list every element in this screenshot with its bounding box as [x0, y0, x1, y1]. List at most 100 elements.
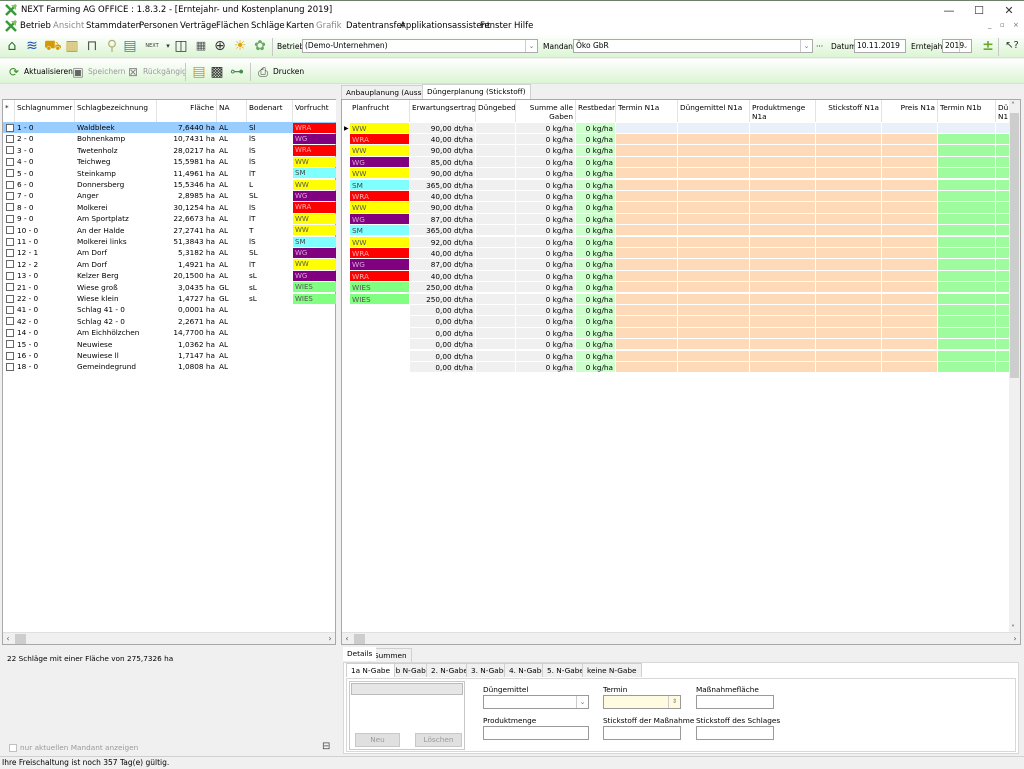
menu-personen[interactable]: Personen: [139, 21, 178, 31]
mdi-close-button[interactable]: ×: [1013, 21, 1019, 29]
scroll-left-icon[interactable]: ‹: [342, 633, 352, 644]
table-row[interactable]: 1 - 0 Waldbleek 7,6440 ha AL Sl WRA: [3, 122, 336, 134]
table-row[interactable]: WW 90,00 dt/ha 0 kg/ha 0 kg/ha: [342, 145, 1010, 156]
row-checkbox[interactable]: [6, 226, 14, 235]
panel-settings-icon[interactable]: ⊟: [322, 741, 330, 752]
analysis-icon[interactable]: ▤: [122, 38, 138, 54]
assign-icon[interactable]: ⊶: [229, 64, 245, 80]
menu-grafik[interactable]: Grafik: [316, 21, 342, 31]
scroll-left-icon[interactable]: ‹: [3, 633, 13, 645]
tab-gabe-7[interactable]: keine N-Gabe: [582, 663, 642, 677]
column-header-summe-alle-gaben[interactable]: Summe alle Gaben: [516, 100, 576, 122]
column-header-na[interactable]: NA: [217, 100, 247, 122]
column-header-vorfrucht[interactable]: Vorfrucht: [293, 100, 336, 122]
save-button[interactable]: ▣ Speichern: [70, 64, 125, 80]
maximize-button[interactable]: ☐: [965, 3, 993, 18]
globe-icon[interactable]: ⊕: [212, 38, 228, 54]
row-checkbox[interactable]: [6, 191, 14, 200]
row-checkbox[interactable]: [6, 146, 14, 155]
datum-field[interactable]: 10.11.2019: [854, 39, 906, 53]
panels-icon[interactable]: ◫: [173, 38, 189, 54]
chevron-down-icon[interactable]: ⌄: [576, 696, 588, 708]
row-checkbox[interactable]: [6, 203, 14, 212]
table-row[interactable]: 18 - 0 Gemeindegrund 1,0808 ha AL: [3, 361, 335, 372]
row-checkbox[interactable]: [6, 214, 14, 223]
mdi-restore-button[interactable]: ▫: [1000, 21, 1005, 29]
export-icon[interactable]: ▩: [209, 64, 225, 80]
menu-datentransfer[interactable]: Datentransfer: [346, 21, 405, 31]
termin-field[interactable]: ⇕: [603, 695, 681, 709]
betrieb-combo[interactable]: (Demo-Unternehmen) ⌄: [302, 39, 538, 53]
table-row[interactable]: WRA 40,00 dt/ha 0 kg/ha 0 kg/ha: [342, 133, 1010, 145]
table-row[interactable]: WRA 40,00 dt/ha 0 kg/ha 0 kg/ha: [342, 247, 1010, 259]
column-header-restbedarf[interactable]: Restbedarf: [576, 100, 616, 122]
column-header-preis-n1a[interactable]: Preis N1a: [882, 100, 938, 122]
massnahmeflaeche-field[interactable]: [696, 695, 774, 709]
calendar-icon[interactable]: ▦: [193, 38, 209, 54]
table-row[interactable]: SM 365,00 dt/ha 0 kg/ha 0 kg/ha: [342, 179, 1010, 190]
menu-karten[interactable]: Karten: [286, 21, 314, 31]
table-row[interactable]: 0,00 dt/ha 0 kg/ha 0 kg/ha: [342, 304, 1010, 316]
table-row[interactable]: 16 - 0 Neuwiese ll 1,7147 ha AL: [3, 350, 335, 361]
table-row[interactable]: 42 - 0 Schlag 42 - 0 2,2671 ha AL: [3, 316, 335, 327]
table-row[interactable]: 3 - 0 Twetenholz 28,0217 ha AL lS WRA: [3, 145, 336, 156]
massnahme-list[interactable]: Neu Löschen: [349, 681, 465, 750]
close-button[interactable]: ✕: [995, 3, 1023, 18]
refresh-button[interactable]: ⟳ Aktualisieren: [6, 64, 73, 80]
table-row[interactable]: 5 - 0 Steinkamp 11,4961 ha AL lT SM: [3, 168, 336, 179]
table-row[interactable]: 0,00 dt/ha 0 kg/ha 0 kg/ha: [342, 327, 1010, 339]
table-row[interactable]: 8 - 0 Molkerei 30,1254 ha AL lS WRA: [3, 202, 336, 213]
next-logo-icon[interactable]: NEXT: [142, 38, 162, 54]
vertical-scrollbar[interactable]: ˄ ˅: [1009, 100, 1020, 634]
table-row[interactable]: WW 92,00 dt/ha 0 kg/ha 0 kg/ha: [342, 236, 1010, 247]
chevron-down-icon[interactable]: ⌄: [959, 40, 971, 52]
row-checkbox[interactable]: [6, 180, 14, 189]
table-row[interactable]: WG 87,00 dt/ha 0 kg/ha 0 kg/ha: [342, 259, 1010, 270]
silo-icon[interactable]: ▥: [64, 38, 80, 54]
column-header-erwartungsertrag[interactable]: Erwartungsertrag: [410, 100, 476, 122]
menu-applikationsassistent[interactable]: Applikationsassistent: [400, 21, 490, 31]
scroll-up-icon[interactable]: ˄: [1011, 101, 1015, 110]
column-header-duengebedarf[interactable]: Düngebedarf: [476, 100, 516, 122]
mandant-more-button[interactable]: ···: [816, 42, 823, 51]
table-row[interactable]: 15 - 0 Neuwiese 1,0362 ha AL: [3, 339, 335, 350]
table-row[interactable]: WW 90,00 dt/ha 0 kg/ha 0 kg/ha: [342, 168, 1010, 179]
scroll-right-icon[interactable]: ›: [1010, 633, 1020, 644]
row-checkbox[interactable]: [6, 237, 14, 246]
table-row[interactable]: 13 - 0 Kelzer Berg 20,1500 ha AL sL WG: [3, 270, 336, 282]
column-header-stickstoff-n1a[interactable]: Stickstoff N1a: [816, 100, 882, 122]
table-row[interactable]: ▶ WW 90,00 dt/ha 0 kg/ha 0 kg/ha: [342, 122, 1010, 133]
mdi-minimize-button[interactable]: _: [988, 21, 992, 29]
table-row[interactable]: WIES 250,00 dt/ha 0 kg/ha 0 kg/ha: [342, 293, 1010, 304]
table-row[interactable]: 14 - 0 Am Eichhölzchen 14,7700 ha AL: [3, 327, 335, 338]
menu-schlaege[interactable]: Schläge: [251, 21, 285, 31]
tractor-icon[interactable]: ⛟: [44, 38, 62, 54]
table-row[interactable]: 21 - 0 Wiese groß 3,0435 ha GL sL WIES: [3, 282, 336, 293]
row-checkbox[interactable]: [6, 134, 14, 143]
menu-hilfe[interactable]: Hilfe: [514, 21, 533, 31]
row-checkbox[interactable]: [6, 317, 14, 326]
row-checkbox[interactable]: [6, 340, 14, 349]
home-icon[interactable]: ⌂: [4, 38, 20, 54]
column-header-schlagbezeichnung[interactable]: Schlagbezeichnung: [75, 100, 157, 122]
column-header-duengemittel-n1a[interactable]: Düngemittel N1a: [678, 100, 750, 122]
menu-vertraege[interactable]: Verträge: [180, 21, 217, 31]
tab-gabe-1[interactable]: 1a N-Gabe: [346, 663, 396, 677]
erntejahr-combo[interactable]: 2019 ⌄: [942, 39, 972, 53]
scroll-thumb[interactable]: [354, 634, 365, 644]
stickstoff-schlag-field[interactable]: [696, 726, 774, 740]
table-row[interactable]: 12 - 2 Am Dorf 1,4921 ha AL lT WW: [3, 259, 336, 270]
add-icon[interactable]: ±: [980, 38, 996, 54]
grain-icon[interactable]: ⚲: [104, 38, 120, 54]
row-checkbox[interactable]: [6, 362, 14, 371]
menu-flaechen[interactable]: Flächen: [216, 21, 249, 31]
menu-betrieb[interactable]: Betrieb: [20, 21, 51, 31]
row-checkbox[interactable]: [6, 260, 14, 269]
scroll-thumb[interactable]: [1010, 113, 1019, 378]
produktmenge-field[interactable]: [483, 726, 589, 740]
scroll-thumb[interactable]: [15, 634, 26, 644]
row-checkbox[interactable]: [6, 351, 14, 360]
undo-button[interactable]: ⊠ Rückgängig: [125, 64, 187, 80]
mandant-combo[interactable]: Öko GbR ⌄: [573, 39, 813, 53]
row-checkbox[interactable]: [6, 169, 14, 178]
